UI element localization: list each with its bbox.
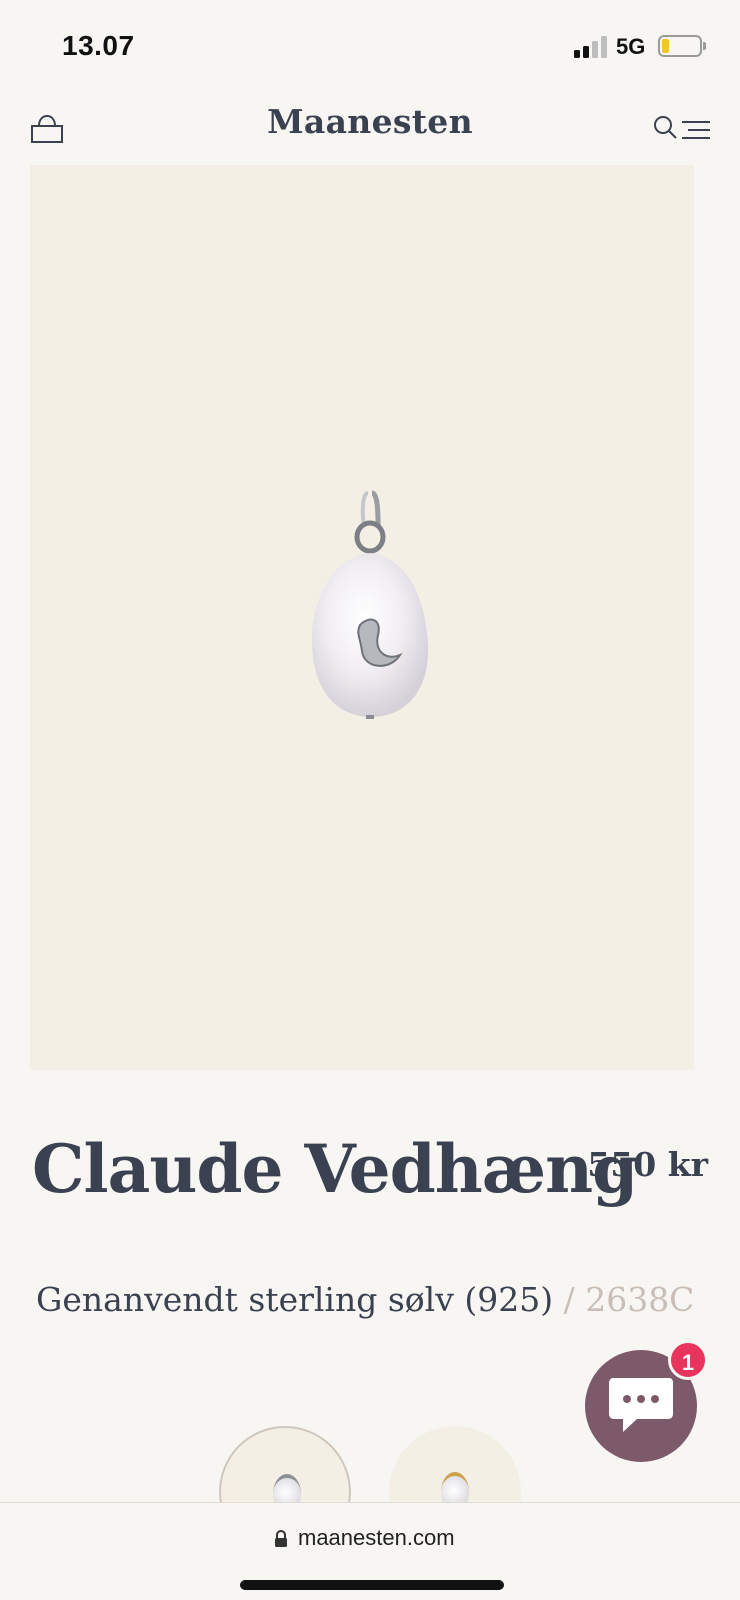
battery-cap (703, 42, 706, 50)
material-label: Genanvendt sterling sølv (925) (36, 1280, 554, 1319)
status-time: 13.07 (62, 30, 135, 61)
menu-icon[interactable] (676, 118, 710, 142)
signal-icon (574, 36, 608, 58)
chat-bubble-icon (609, 1378, 673, 1432)
browser-url-bar[interactable]: maanesten.com (0, 1502, 740, 1600)
chat-notification-badge: 1 (668, 1340, 708, 1380)
product-title: Claude Vedhæng (32, 1130, 638, 1208)
variant-code: 2638C (585, 1280, 695, 1319)
network-label: 5G (616, 34, 646, 59)
brand-logo[interactable]: Maanesten (0, 102, 740, 141)
product-price: 550 kr (587, 1145, 708, 1184)
pearl-pendant-image (311, 490, 429, 719)
variant-info: Genanvendt sterling sølv (925) / 2638C (36, 1280, 694, 1319)
url-text[interactable]: maanesten.com (298, 1525, 455, 1551)
status-bar: 13.07 5G (0, 0, 740, 92)
lock-icon (275, 1530, 287, 1547)
variant-separator: / (563, 1280, 575, 1319)
home-indicator[interactable] (240, 1580, 504, 1590)
site-header: Maanesten (0, 96, 740, 158)
battery-icon (658, 35, 702, 57)
product-image[interactable] (30, 165, 694, 1070)
